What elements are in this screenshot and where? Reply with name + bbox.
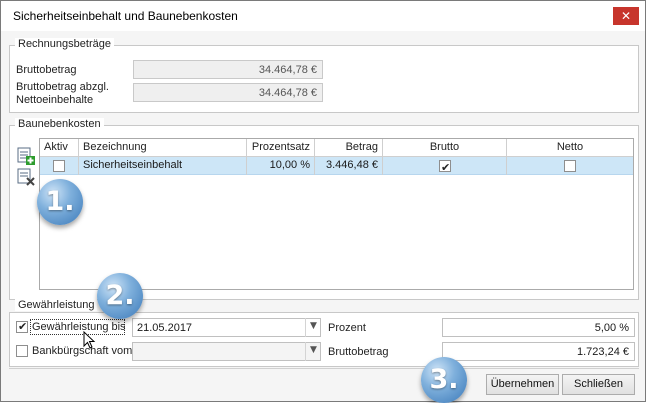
bankbuergschaft-checkbox[interactable] [16,345,28,357]
close-icon: ✕ [620,9,632,23]
column-header-netto[interactable]: Netto [507,139,633,157]
table-row[interactable]: Sicherheitseinbehalt 10,00 % 3.446,48 € [40,157,633,175]
column-header-betrag[interactable]: Betrag [315,139,383,157]
table-header: Aktiv Bezeichnung Prozentsatz Betrag Bru… [40,139,633,157]
bruttobetrag-gw-label: Bruttobetrag [328,346,389,358]
bruttobetrag-abzgl-field: 34.464,78 € [133,83,323,102]
prozent-label: Prozent [328,322,366,334]
close-window-button[interactable]: ✕ [613,7,639,25]
aktiv-checkbox[interactable] [53,160,65,172]
chevron-down-icon: ▼ [310,321,317,331]
bankbuergschaft-date-input[interactable] [132,342,321,361]
baunebenkosten-table: Aktiv Bezeichnung Prozentsatz Betrag Bru… [39,138,634,290]
brutto-checkbox[interactable] [439,159,451,175]
gewaehrleistung-date-input[interactable]: 21.05.2017 [132,318,321,337]
column-header-prozentsatz[interactable]: Prozentsatz [247,139,315,157]
window-title: Sicherheitseinbehalt und Baunebenkosten [13,9,238,23]
annotation-badge-3: 3. [421,357,467,403]
cell-prozentsatz: 10,00 % [247,157,315,175]
annotation-badge-2: 2. [97,273,143,319]
cell-brutto [383,157,507,175]
baunebenkosten-legend: Baunebenkosten [15,118,104,130]
bruttobetrag-abzgl-label-line2: Nettoeinbehalte [16,94,94,106]
column-header-bezeichnung[interactable]: Bezeichnung [79,139,247,157]
bruttobetrag-gw-field[interactable]: 1.723,24 € [442,342,635,361]
rechnungsbetraege-legend: Rechnungsbeträge [15,38,114,50]
title-bar: Sicherheitseinbehalt und Baunebenkosten … [1,1,645,31]
cell-betrag: 3.446,48 € [315,157,383,175]
cell-aktiv [40,157,79,175]
netto-checkbox[interactable] [564,160,576,172]
gewaehrleistung-label[interactable]: Gewährleistung bis [32,321,126,334]
cell-bezeichnung: Sicherheitseinbehalt [79,157,247,175]
column-header-aktiv[interactable]: Aktiv [40,139,79,157]
rechnungsbetraege-group [9,45,639,113]
gewaehrleistung-legend: Gewährleistung [15,299,98,311]
close-button[interactable]: Schließen [562,374,635,395]
gewaehrleistung-dropdown-button[interactable]: ▼ [305,318,321,337]
prozent-field[interactable]: 5,00 % [442,318,635,337]
apply-button[interactable]: Übernehmen [486,374,559,395]
delete-row-icon[interactable] [16,167,36,187]
add-row-icon[interactable] [16,146,36,166]
cell-netto [507,157,633,175]
gewaehrleistung-checkbox[interactable] [16,320,28,333]
annotation-badge-1: 1. [37,179,83,225]
chevron-down-icon: ▼ [310,345,317,355]
bankbuergschaft-dropdown-button[interactable]: ▼ [305,342,321,361]
bruttobetrag-abzgl-label-line1: Bruttobetrag abzgl. [16,81,109,93]
bruttobetrag-label: Bruttobetrag [16,64,77,76]
mouse-cursor-icon [83,331,96,349]
dialog-window: Sicherheitseinbehalt und Baunebenkosten … [0,0,646,403]
bruttobetrag-field: 34.464,78 € [133,60,323,79]
column-header-brutto[interactable]: Brutto [383,139,507,157]
